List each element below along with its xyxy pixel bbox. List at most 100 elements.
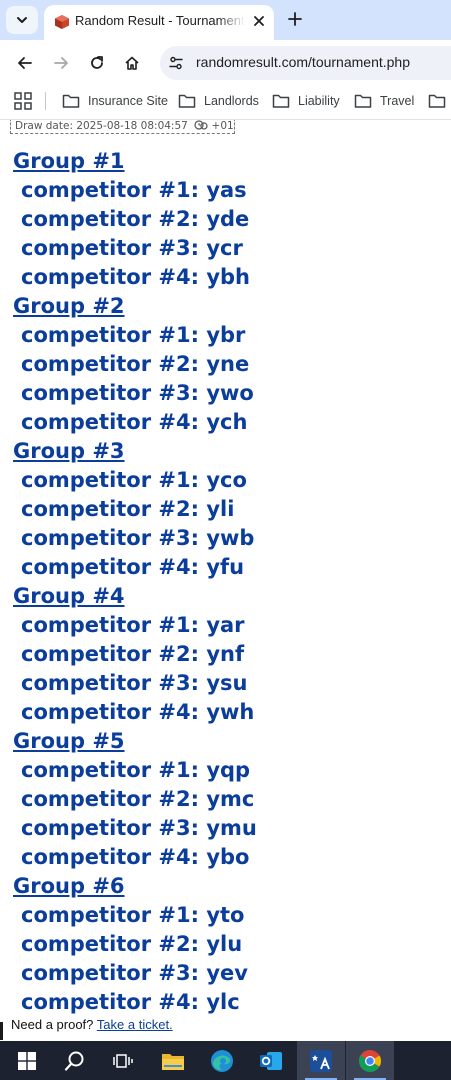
start-button[interactable] [3,1041,51,1080]
competitor-entry: competitor #4: ywh [21,700,255,724]
competitor-entry: competitor #4: ybo [21,845,250,869]
chrome-button[interactable] [346,1041,394,1080]
edge-browser-button[interactable] [198,1041,246,1080]
competitor-entry: competitor #4: ylc [21,990,240,1014]
close-tab-button[interactable] [250,12,268,30]
group: Group #1 competitor #1: yas competitor #… [0,147,257,292]
group-link[interactable]: Group #3 [13,437,257,466]
app-star-icon [310,1049,332,1072]
competitor-entry: competitor #3: ycr [21,236,243,260]
active-tab[interactable]: Random Result - Tournament draw [44,5,274,40]
taskbar [0,1041,451,1080]
competitor-entry: competitor #3: ywo [21,381,254,405]
bookmark-label: Travel [380,94,415,108]
chrome-icon [359,1049,381,1072]
apps-grid-icon[interactable] [14,92,32,110]
group-link[interactable]: Group #6 [13,872,257,901]
competitor-entry: competitor #4: ych [21,410,248,434]
bookmark-label: Landlords [204,94,259,108]
folder-icon [354,94,372,108]
group-link[interactable]: Group #1 [13,147,257,176]
competitor-entry: competitor #3: ywb [21,526,255,550]
group: Group #2 competitor #1: ybr competitor #… [0,292,257,437]
competitor-entry: competitor #3: yev [21,961,248,985]
competitor-entry: competitor #3: ysu [21,671,248,695]
reload-icon [91,56,103,69]
draw-date-box: Draw date: 2025-08-18 08:04:57 +01 [10,120,235,134]
file-explorer-button[interactable] [149,1041,197,1080]
folder-icon [62,94,80,108]
url-text[interactable]: randomresult.com/tournament.php [196,54,410,70]
bookmark-label: Liability [298,94,340,108]
competitor-entry: competitor #2: yne [21,352,250,376]
folder-icon [272,94,290,108]
tab-search-button[interactable] [6,6,38,34]
forward-arrow-icon [54,57,68,69]
home-icon [125,56,139,70]
competitor-entry: competitor #4: yfu [21,555,245,579]
plus-icon [288,12,302,26]
search-icon [64,1051,84,1071]
page-content: Draw date: 2025-08-18 08:04:57 +01 Group… [0,120,451,1041]
group: Group #4 competitor #1: yar competitor #… [0,582,257,727]
bookmark-liability[interactable]: Liability [272,91,340,111]
bookmark-overflow-folder[interactable] [428,91,451,111]
group: Group #5 competitor #1: yqp competitor #… [0,727,257,872]
competitor-entry: competitor #1: yto [21,903,245,927]
taskbar-search-button[interactable] [51,1041,99,1080]
competitor-entry: competitor #2: ymc [21,787,255,811]
competitor-entry: competitor #2: yde [21,207,250,231]
competitor-entry: competitor #1: ybr [21,323,246,347]
competitor-entry: competitor #2: ylu [21,932,243,956]
outlook-icon [260,1051,282,1070]
windows-logo-icon [18,1051,36,1070]
folder-icon [428,94,446,108]
draw-results: Group #1 competitor #1: yas competitor #… [0,147,257,1017]
timezone-text: +01 [211,120,234,132]
group-link[interactable]: Group #5 [13,727,257,756]
cube-favicon-icon [55,15,69,29]
address-bar[interactable]: randomresult.com/tournament.php [160,46,451,80]
tab-title: Random Result - Tournament draw [75,13,245,28]
bookmarks-divider [45,92,46,110]
close-icon [254,16,264,26]
competitor-entry: competitor #4: ybh [21,265,250,289]
competitor-entry: competitor #2: yli [21,497,235,521]
bookmark-label: Insurance Site [88,94,168,108]
competitor-entry: competitor #3: ymu [21,816,257,840]
bookmark-travel[interactable]: Travel [354,91,414,111]
group: Group #6 competitor #1: yto competitor #… [0,872,257,1017]
group-link[interactable]: Group #2 [13,292,257,321]
outlook-button[interactable] [247,1041,295,1080]
competitor-entry: competitor #1: yar [21,613,245,637]
forward-button[interactable] [49,51,73,75]
file-explorer-icon [162,1053,184,1070]
home-button[interactable] [120,51,144,75]
competitor-entry: competitor #1: yas [21,178,247,202]
task-view-button[interactable] [99,1041,147,1080]
bookmark-insurance-site[interactable]: Insurance Site [62,91,168,111]
site-info-icon[interactable] [168,55,184,71]
proof-text: Need a proof? [11,1017,94,1032]
reload-button[interactable] [85,51,109,75]
adobe-app-button[interactable] [297,1041,345,1080]
bookmarks-bar: Insurance Site Landlords Liability Trave… [0,86,451,116]
group-link[interactable]: Group #4 [13,582,257,611]
timezone-clock-icon [194,120,208,130]
take-ticket-link[interactable]: Take a ticket. [97,1017,173,1032]
folder-icon [178,94,196,108]
chevron-down-icon [17,17,27,23]
draw-date-text: Draw date: 2025-08-18 08:04:57 [15,120,188,132]
proof-line: Need a proof? Take a ticket. [11,1017,173,1032]
competitor-entry: competitor #2: ynf [21,642,245,666]
group: Group #3 competitor #1: yco competitor #… [0,437,257,582]
task-view-icon [113,1053,133,1068]
tab-strip: Random Result - Tournament draw [0,0,451,40]
back-arrow-icon [18,57,32,69]
bookmark-landlords[interactable]: Landlords [178,91,259,111]
back-button[interactable] [13,51,37,75]
edge-icon [211,1049,233,1072]
new-tab-button[interactable] [284,8,306,30]
browser-toolbar: randomresult.com/tournament.php [0,40,451,86]
competitor-entry: competitor #1: yqp [21,758,251,782]
